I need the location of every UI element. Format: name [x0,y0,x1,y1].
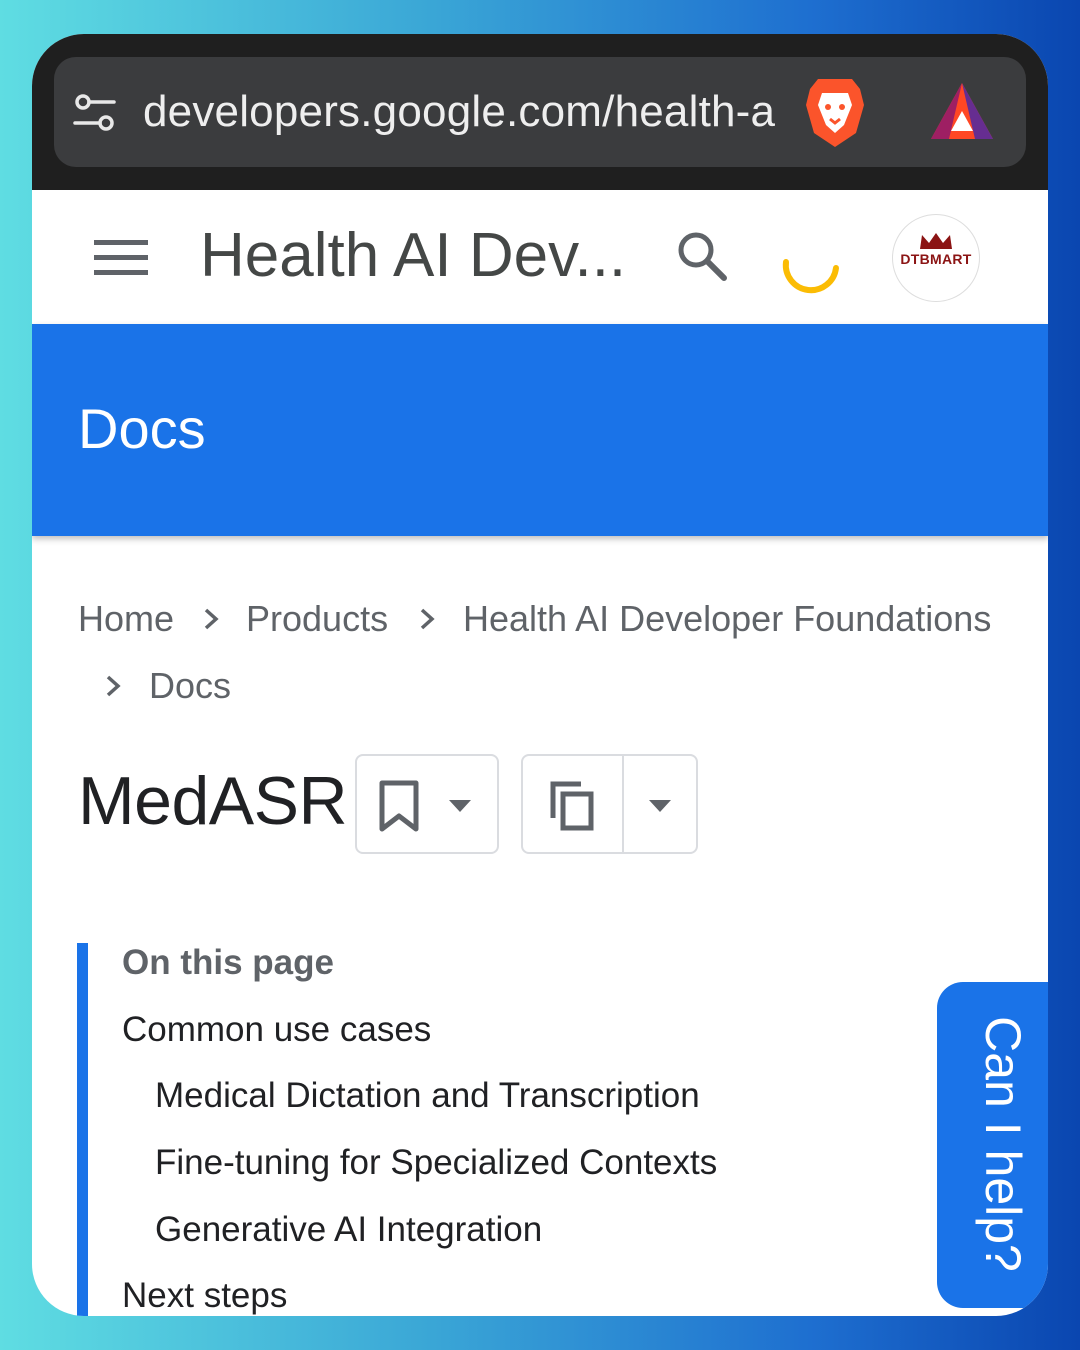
breadcrumb-products[interactable]: Products [246,598,388,640]
bookmark-button[interactable] [355,754,499,854]
browser-toolbar: developers.google.com/health-a [32,34,1048,190]
breadcrumb-docs[interactable]: Docs [149,665,231,707]
site-title[interactable]: Health AI Dev... [200,220,626,291]
toc-item[interactable]: Medical Dictation and Transcription [155,1076,700,1116]
crown-icon [920,233,952,249]
button-divider [622,756,624,852]
address-bar[interactable]: developers.google.com/health-a [54,57,1026,167]
toc-item[interactable]: Common use cases [122,1010,431,1050]
help-tab-button[interactable]: Can I help? [937,982,1048,1308]
bookmark-icon [379,780,419,832]
chevron-right-icon [420,608,435,630]
banner-title: Docs [78,397,206,460]
menu-icon[interactable] [94,238,148,278]
help-tab-label: Can I help? [975,1016,1031,1272]
toc-heading: On this page [122,943,334,982]
caret-down-icon [449,800,471,812]
brave-lion-icon[interactable] [804,75,866,149]
avatar[interactable]: DTBMART [892,214,980,302]
chevron-right-icon [204,608,219,630]
chevron-right-icon [106,675,121,697]
toc-item[interactable]: Fine-tuning for Specialized Contexts [155,1143,717,1183]
toc-item[interactable]: Next steps [122,1276,287,1316]
phone-screen: developers.google.com/health-a Health AI [32,34,1048,1316]
site-settings-icon[interactable] [70,89,120,139]
bat-rewards-icon[interactable] [929,81,995,141]
copy-button-group [521,754,698,854]
caret-down-icon[interactable] [647,798,673,814]
avatar-label: DTBMART [900,251,972,267]
search-icon[interactable] [674,228,730,284]
breadcrumb-home[interactable]: Home [78,598,174,640]
page-title: MedASR [78,763,348,839]
docs-banner: Docs [32,324,1048,536]
toc-indicator [77,943,88,1316]
toc-item[interactable]: Generative AI Integration [155,1210,542,1250]
url-text[interactable]: developers.google.com/health-a [143,87,775,137]
copy-icon[interactable] [549,780,595,832]
breadcrumb-hai-def[interactable]: Health AI Developer Foundations [463,598,991,640]
loading-spinner-icon [782,259,839,294]
site-header: Health AI Dev... DTBMART [32,190,1048,324]
